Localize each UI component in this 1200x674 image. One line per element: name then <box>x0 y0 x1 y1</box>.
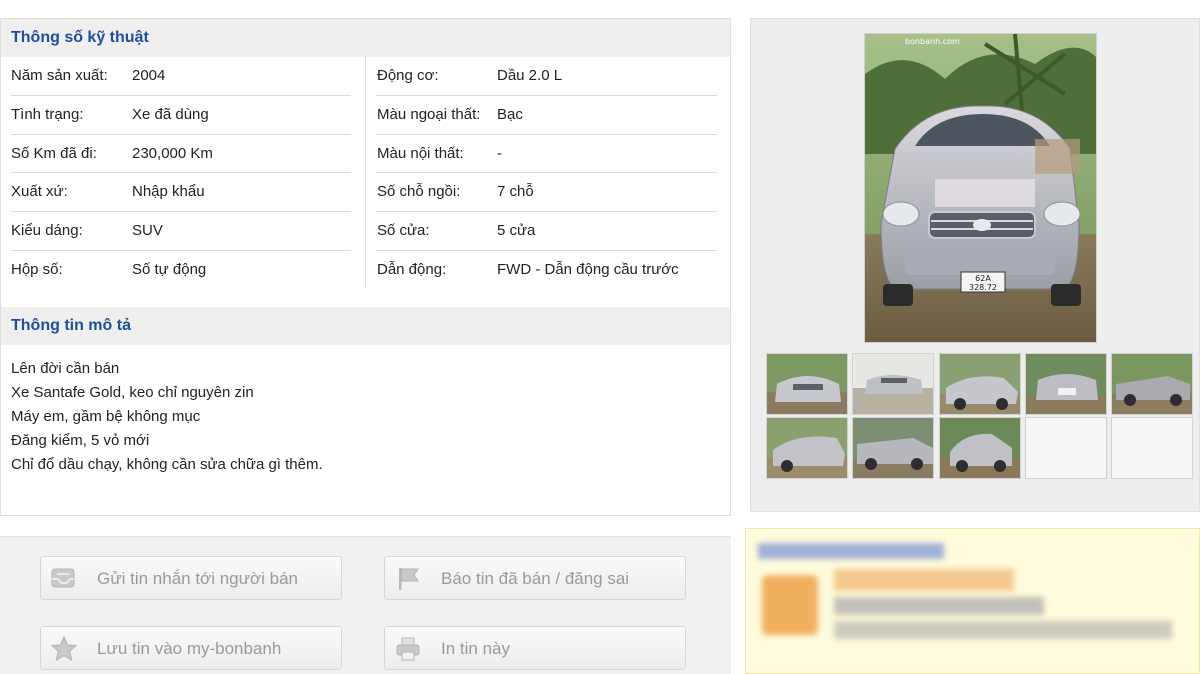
spec-value: - <box>497 144 502 162</box>
spec-row-year: Năm sản xuất: 2004 <box>1 57 365 96</box>
specs-table: Năm sản xuất: 2004 Tình trạng: Xe đã dùng … <box>1 57 730 289</box>
car-photo-image: 62A 328.72 bonbanh.com <box>865 34 1096 342</box>
thumbnail-image <box>853 418 933 478</box>
spec-label: Màu ngoại thất: <box>377 105 481 123</box>
thumbnail-7[interactable] <box>852 417 934 479</box>
thumbnail-image <box>940 354 1020 414</box>
spec-label: Số chỗ ngồi: <box>377 183 461 201</box>
seller-address-blurred <box>834 621 1172 639</box>
spec-value: 230,000 Km <box>132 144 213 162</box>
thumbnail-image <box>1026 354 1106 414</box>
thumbnail-empty <box>1025 417 1107 479</box>
seller-info-box <box>745 528 1200 674</box>
spec-label: Số Km đã đi: <box>11 144 97 162</box>
thumbnail-1[interactable] <box>766 353 848 415</box>
spec-label: Hộp số: <box>11 260 63 278</box>
spec-value: FWD - Dẫn động cầu trước <box>497 260 679 278</box>
star-icon <box>50 635 78 662</box>
thumbnail-empty <box>1111 417 1193 479</box>
thumbnail-6[interactable] <box>766 417 848 479</box>
license-plate-line2: 328.72 <box>969 283 997 292</box>
spec-label: Xuất xứ: <box>11 183 68 201</box>
thumbnail-8[interactable] <box>939 417 1021 479</box>
specs-column-left: Năm sản xuất: 2004 Tình trạng: Xe đã dùng … <box>1 57 366 289</box>
spec-value: 5 cửa <box>497 222 536 240</box>
description-line: Đăng kiểm, 5 vỏ mới <box>11 432 150 449</box>
thumbnail-image <box>767 354 847 414</box>
seller-avatar-blurred <box>762 575 818 635</box>
thumbnail-2[interactable] <box>852 353 934 415</box>
spec-label: Dẫn động: <box>377 260 447 278</box>
listing-details-panel: Thông số kỹ thuật Năm sản xuất: 2004 Tình… <box>0 18 731 516</box>
message-seller-label: Gửi tin nhắn tới người bán <box>97 569 298 588</box>
spec-label: Số cửa: <box>377 222 430 240</box>
message-icon <box>51 568 75 588</box>
blurred-region <box>935 179 1035 207</box>
thumbnail-image <box>1112 354 1192 414</box>
spec-label: Tình trạng: <box>11 105 84 123</box>
flag-icon <box>399 568 419 590</box>
photo-gallery: 62A 328.72 bonbanh.com <box>750 18 1200 512</box>
spec-value: Nhập khẩu <box>132 183 205 201</box>
report-listing-label: Báo tin đã bán / đăng sai <box>441 569 630 588</box>
spec-value: 7 chỗ <box>497 183 534 201</box>
main-car-photo[interactable]: 62A 328.72 bonbanh.com <box>864 33 1097 343</box>
spec-row-mileage: Số Km đã đi: 230,000 Km <box>1 135 365 174</box>
spec-value: 2004 <box>132 67 166 84</box>
spec-row-origin: Xuất xứ: Nhập khẩu <box>1 173 365 212</box>
listing-actions: Gửi tin nhắn tới người bán Báo tin đã bá… <box>0 536 731 674</box>
thumbnail-4[interactable] <box>1025 353 1107 415</box>
print-listing-button[interactable]: In tin này <box>384 626 686 670</box>
save-listing-button[interactable]: Lưu tin vào my-bonbanh <box>40 626 342 670</box>
spec-row-exterior-color: Màu ngoại thất: Bạc <box>366 96 731 135</box>
spec-row-interior-color: Màu nội thất: - <box>366 135 731 174</box>
spec-value: SUV <box>132 222 163 240</box>
spec-value: Xe đã dùng <box>132 105 209 123</box>
save-listing-label: Lưu tin vào my-bonbanh <box>97 639 282 658</box>
printer-icon <box>396 637 420 661</box>
description-line: Máy em, gầm bệ không mục <box>11 408 201 425</box>
spec-value: Dầu 2.0 L <box>497 67 563 84</box>
spec-row-body: Kiểu dáng: SUV <box>1 212 365 251</box>
spec-row-transmission: Hộp số: Số tự động <box>1 251 365 290</box>
spec-label: Kiểu dáng: <box>11 222 83 240</box>
message-seller-button[interactable]: Gửi tin nhắn tới người bán <box>40 556 342 600</box>
report-listing-button[interactable]: Báo tin đã bán / đăng sai <box>384 556 686 600</box>
spec-row-condition: Tình trạng: Xe đã dùng <box>1 96 365 135</box>
spec-row-seats: Số chỗ ngồi: 7 chỗ <box>366 173 731 212</box>
specs-column-right: Động cơ: Dầu 2.0 L Màu ngoại thất: Bạc Màu… <box>366 57 731 289</box>
spec-label: Năm sản xuất: <box>11 67 108 84</box>
seller-heading-blurred <box>758 543 944 559</box>
seller-detail-blurred <box>834 597 1044 615</box>
thumbnail-3[interactable] <box>939 353 1021 415</box>
blurred-region <box>1035 139 1080 174</box>
thumbnail-image <box>853 354 933 414</box>
license-plate-line1: 62A <box>975 274 991 283</box>
spec-value: Số tự động <box>132 260 207 278</box>
thumbnail-5[interactable] <box>1111 353 1193 415</box>
spec-row-engine: Động cơ: Dầu 2.0 L <box>366 57 731 96</box>
specs-heading: Thông số kỹ thuật <box>1 19 730 57</box>
thumbnail-image <box>767 418 847 478</box>
print-listing-label: In tin này <box>441 639 510 658</box>
description-line: Chỉ đổ dầu chạy, không cần sửa chữa gì t… <box>11 456 323 473</box>
thumbnail-image <box>940 418 1020 478</box>
spec-value: Bạc <box>497 105 523 123</box>
description-line: Lên đời cần bán <box>11 360 120 377</box>
spec-row-drivetrain: Dẫn động: FWD - Dẫn động cầu trước <box>366 251 731 290</box>
description-heading: Thông tin mô tả <box>1 307 730 345</box>
watermark: bonbanh.com <box>905 37 960 46</box>
description-text: Lên đời cần bán Xe Santafe Gold, keo chỉ… <box>1 345 730 477</box>
spec-label: Màu nội thất: <box>377 144 464 162</box>
seller-name-blurred <box>834 569 1014 591</box>
spec-label: Động cơ: <box>377 67 439 84</box>
description-line: Xe Santafe Gold, keo chỉ nguyên zin <box>11 384 254 401</box>
spec-row-doors: Số cửa: 5 cửa <box>366 212 731 251</box>
